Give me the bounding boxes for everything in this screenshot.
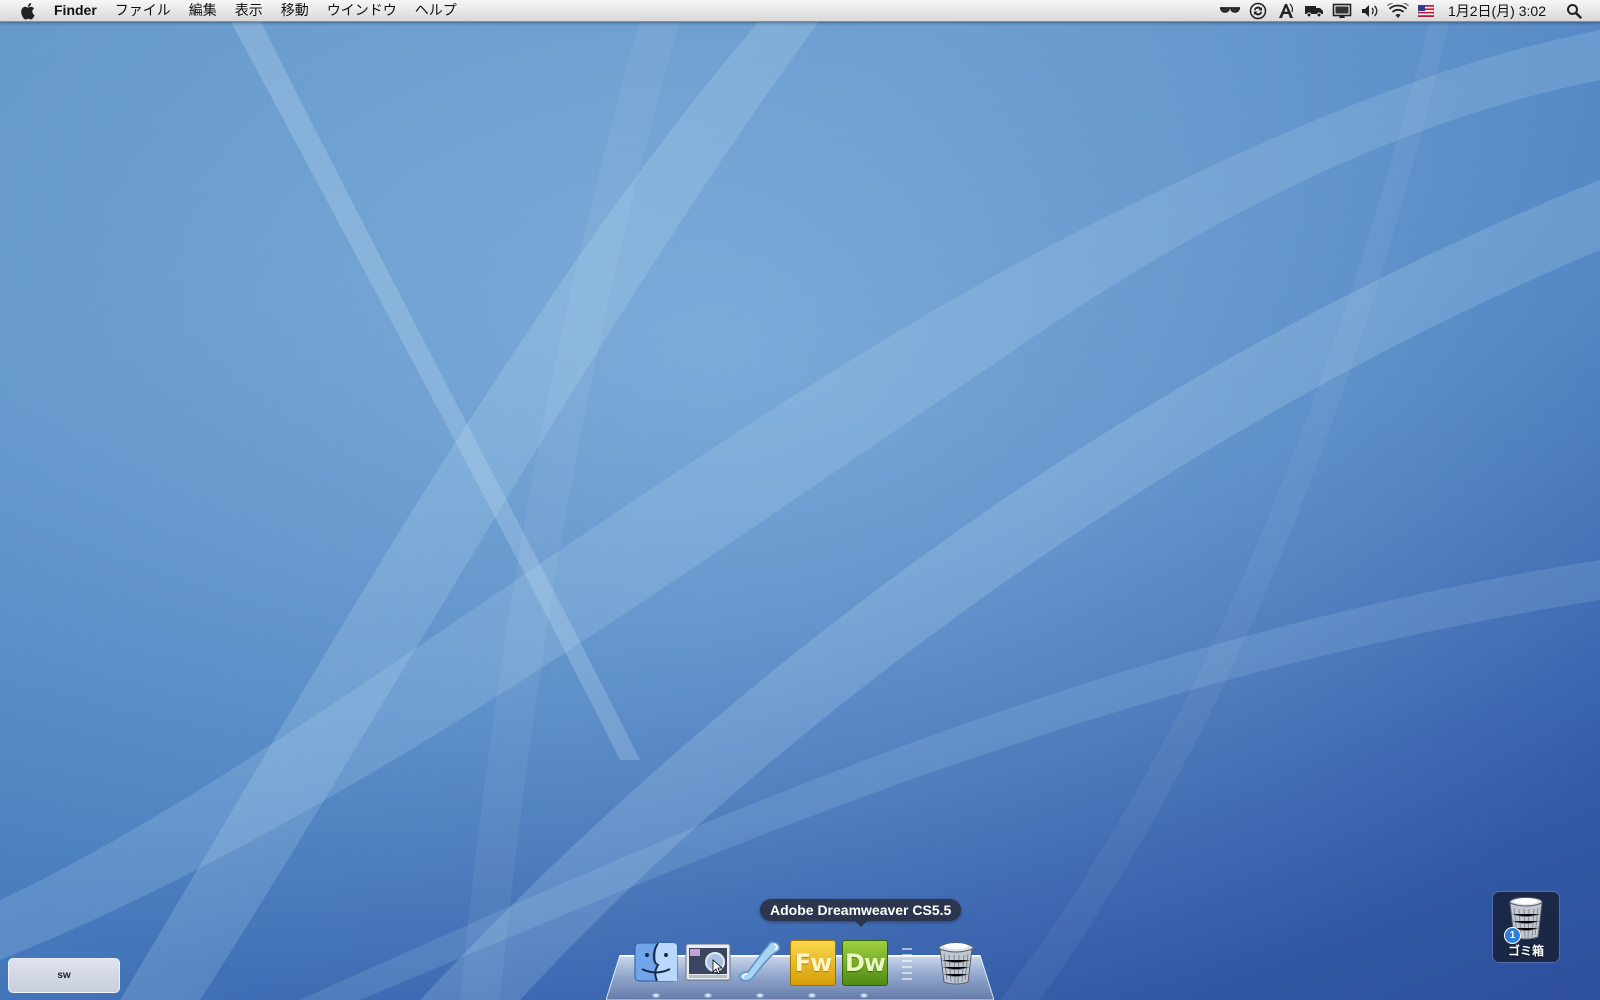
dock-tooltip: Adobe Dreamweaver CS5.5 (760, 899, 962, 927)
running-indicator (652, 993, 660, 998)
menu-bar: Finder ファイル 編集 表示 移動 ウインドウ ヘルプ 1月2日(月) 3… (0, 0, 1600, 22)
menubar-clock[interactable]: 1月2日(月) 3:02 (1448, 1, 1546, 21)
fireworks-icon: Fw (790, 940, 836, 986)
running-indicator (756, 993, 764, 998)
trash-icon (938, 942, 974, 985)
dreamweaver-icon: Dw (842, 940, 888, 986)
trash-label: ゴミ箱 (1507, 944, 1544, 958)
wifi-icon[interactable] (1386, 0, 1410, 21)
apple-logo-icon[interactable] (18, 2, 36, 20)
dock: Fw Dw (632, 934, 984, 998)
menu-go[interactable]: 移動 (272, 0, 318, 21)
spotlight-search-icon[interactable] (1562, 0, 1586, 21)
menu-file[interactable]: ファイル (106, 0, 180, 21)
menu-edit[interactable]: 編集 (180, 0, 226, 21)
menu-view[interactable]: 表示 (226, 0, 272, 21)
running-indicator (704, 993, 712, 998)
dock-item-trash[interactable] (932, 938, 980, 986)
glasses-icon[interactable] (1218, 0, 1242, 21)
dock-item-preview[interactable] (684, 938, 732, 998)
wallpaper (0, 0, 1600, 1000)
menu-app-finder[interactable]: Finder (54, 0, 106, 21)
running-indicator (860, 993, 868, 998)
menu-window[interactable]: ウインドウ (318, 0, 406, 21)
sync-icon[interactable] (1246, 0, 1270, 21)
finder-icon (634, 942, 678, 982)
dock-item-finder[interactable] (632, 938, 680, 998)
running-indicator (808, 993, 816, 998)
desktop-trash[interactable]: 1 ゴミ箱 (1493, 892, 1559, 962)
dock-separator (902, 948, 912, 980)
corner-widget[interactable]: sw (8, 958, 120, 993)
volume-icon[interactable] (1358, 0, 1382, 21)
menu-help[interactable]: ヘルプ (406, 0, 466, 21)
preview-icon (685, 943, 731, 981)
dock-item-dreamweaver[interactable]: Dw (840, 938, 888, 998)
dock-item-fireworks[interactable]: Fw (788, 938, 836, 998)
display-icon[interactable] (1330, 0, 1354, 21)
us-flag-icon[interactable] (1414, 0, 1438, 21)
dock-item-script[interactable] (736, 938, 784, 998)
desktop[interactable]: Finder ファイル 編集 表示 移動 ウインドウ ヘルプ 1月2日(月) 3… (0, 0, 1600, 1000)
truck-icon[interactable] (1302, 0, 1326, 21)
script-scroll-icon (738, 941, 781, 982)
text-input-icon[interactable] (1274, 0, 1298, 21)
